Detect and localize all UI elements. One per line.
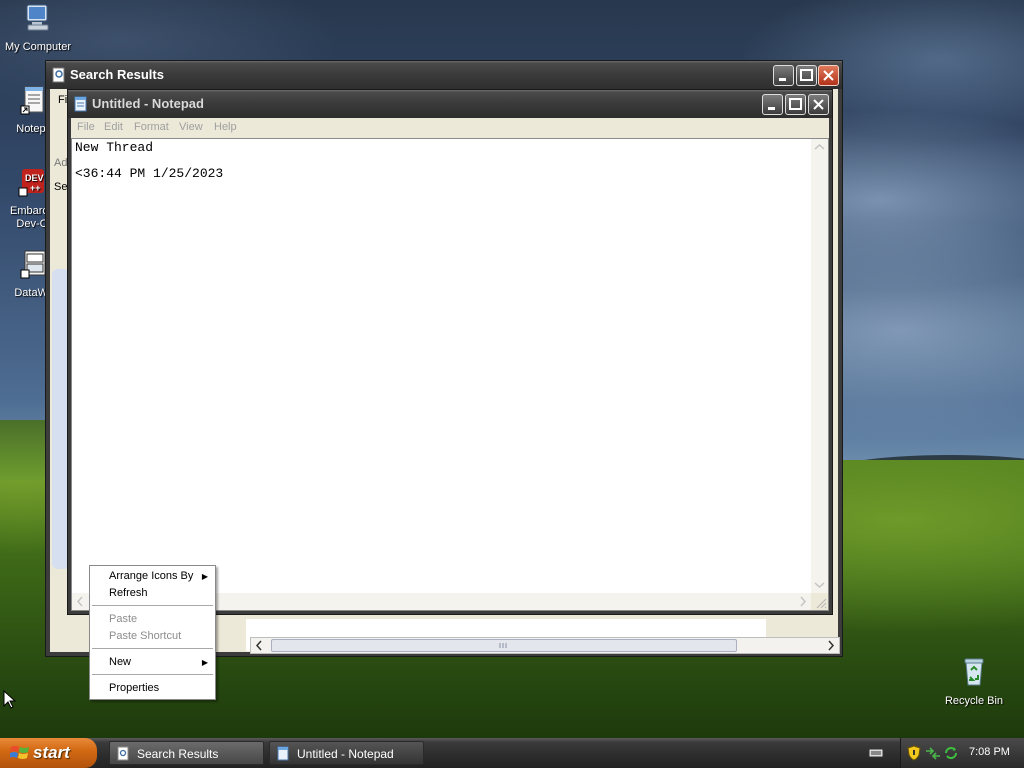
scroll-right-button[interactable] bbox=[822, 637, 839, 654]
chevron-right-icon bbox=[800, 596, 807, 607]
search-pane-partial: Se bbox=[54, 181, 68, 193]
notepad-text-area[interactable]: New Thread <36:44 PM 1/25/2023 bbox=[71, 138, 829, 611]
taskbar: start Search Results Untitled - Notepad bbox=[0, 738, 1024, 768]
keyboard-icon[interactable] bbox=[868, 747, 884, 759]
text-line: <36:44 PM 1/25/2023 bbox=[75, 166, 224, 181]
ctx-item-label: Paste Shortcut bbox=[109, 630, 182, 642]
mouse-cursor-icon bbox=[3, 690, 17, 709]
notepad-titlebar[interactable]: Untitled - Notepad bbox=[68, 90, 832, 118]
notepad-menubar: File Edit Format View Help bbox=[71, 118, 829, 138]
menu-separator bbox=[92, 674, 213, 675]
minimize-icon bbox=[768, 107, 775, 110]
menu-view[interactable]: View bbox=[179, 121, 203, 133]
notepad-title: Untitled - Notepad bbox=[92, 96, 204, 111]
scroll-up-button[interactable] bbox=[811, 139, 828, 156]
minimize-icon bbox=[779, 78, 786, 81]
notepad-icon bbox=[74, 96, 87, 112]
ctx-properties[interactable]: Properties bbox=[91, 680, 214, 697]
menu-format[interactable]: Format bbox=[134, 121, 169, 133]
taskbar-item-label: Untitled - Notepad bbox=[297, 747, 394, 761]
menu-file[interactable]: File bbox=[77, 121, 95, 133]
search-address-partial: Ad bbox=[54, 157, 68, 169]
scroll-right-button[interactable] bbox=[794, 593, 811, 610]
ctx-arrange-icons-by[interactable]: Arrange Icons By ▶ bbox=[91, 568, 214, 585]
text-line: New Thread bbox=[75, 140, 154, 155]
scroll-down-button[interactable] bbox=[811, 576, 828, 593]
search-results-titlebar[interactable]: Search Results bbox=[46, 61, 842, 89]
ctx-item-label: Refresh bbox=[109, 587, 148, 599]
maximize-icon bbox=[789, 98, 802, 110]
grip-icon bbox=[499, 643, 507, 648]
scroll-left-button[interactable] bbox=[251, 637, 268, 654]
taskbar-item-label: Search Results bbox=[137, 747, 219, 761]
maximize-button[interactable] bbox=[785, 94, 806, 115]
chevron-left-icon bbox=[76, 596, 83, 607]
system-tray: 7:08 PM bbox=[900, 738, 1024, 768]
notepad-window[interactable]: Untitled - Notepad File Edit Format View… bbox=[67, 89, 833, 615]
menu-help[interactable]: Help bbox=[214, 121, 237, 133]
sync-icon[interactable] bbox=[943, 745, 959, 761]
submenu-arrow-icon: ▶ bbox=[201, 658, 208, 667]
search-menubar-partial: Fi bbox=[58, 94, 68, 106]
chevron-left-icon bbox=[255, 640, 262, 651]
desktop-icon-recycle-bin[interactable]: Recycle Bin bbox=[934, 656, 1014, 708]
chevron-up-icon bbox=[814, 143, 825, 150]
taskbar-item-notepad[interactable]: Untitled - Notepad bbox=[269, 741, 424, 765]
ctx-new[interactable]: New ▶ bbox=[91, 654, 214, 671]
search-results-horizontal-scrollbar[interactable] bbox=[250, 637, 840, 654]
recycle-bin-icon bbox=[964, 658, 984, 686]
ctx-refresh[interactable]: Refresh bbox=[91, 585, 214, 602]
ctx-paste: Paste bbox=[91, 611, 214, 628]
search-results-title: Search Results bbox=[70, 67, 164, 82]
close-button[interactable] bbox=[818, 65, 839, 86]
close-icon bbox=[823, 70, 834, 81]
start-button[interactable]: start bbox=[0, 738, 97, 768]
desktop-context-menu: Arrange Icons By ▶ Refresh Paste Paste S… bbox=[89, 565, 216, 700]
search-results-icon bbox=[117, 746, 129, 761]
minimize-button[interactable] bbox=[773, 65, 794, 86]
maximize-button[interactable] bbox=[796, 65, 817, 86]
desktop-icon-my-computer[interactable]: My Computer bbox=[0, 2, 78, 54]
resize-grip-icon bbox=[816, 598, 827, 609]
chevron-down-icon bbox=[814, 582, 825, 589]
desktop[interactable]: My Computer Notepa DEV ++ Embarca Dev-C bbox=[0, 0, 1024, 738]
ctx-item-label: Paste bbox=[109, 613, 138, 625]
close-icon bbox=[813, 99, 824, 110]
computer-icon bbox=[26, 4, 49, 31]
devcpp-icon: DEV ++ bbox=[18, 169, 44, 197]
notepad-text: New Thread <36:44 PM 1/25/2023 bbox=[75, 141, 223, 180]
notepad-icon bbox=[277, 746, 289, 761]
desktop-icon-label: Recycle Bin bbox=[944, 695, 1004, 707]
ctx-item-label: Properties bbox=[109, 682, 160, 694]
resize-grip[interactable] bbox=[811, 593, 828, 610]
ctx-item-label: Arrange Icons By bbox=[109, 570, 194, 582]
start-label: start bbox=[33, 743, 70, 762]
scroll-left-button[interactable] bbox=[72, 593, 89, 610]
notepad-vertical-scrollbar[interactable] bbox=[811, 139, 828, 593]
windows-logo-icon bbox=[10, 746, 29, 759]
menu-edit[interactable]: Edit bbox=[104, 121, 123, 133]
ctx-item-label: New bbox=[109, 656, 132, 668]
scrollbar-thumb[interactable] bbox=[271, 639, 737, 652]
security-shield-icon[interactable] bbox=[907, 745, 921, 761]
menu-separator bbox=[92, 648, 213, 649]
clock[interactable]: 7:08 PM bbox=[969, 746, 1010, 758]
desktop-icon-label: My Computer bbox=[4, 41, 72, 53]
network-icon[interactable] bbox=[925, 746, 941, 760]
menu-separator bbox=[92, 605, 213, 606]
search-results-icon bbox=[52, 67, 65, 83]
submenu-arrow-icon: ▶ bbox=[201, 572, 208, 581]
ctx-paste-shortcut: Paste Shortcut bbox=[91, 628, 214, 645]
maximize-icon bbox=[800, 69, 813, 81]
chevron-right-icon bbox=[828, 640, 835, 651]
minimize-button[interactable] bbox=[762, 94, 783, 115]
svg-text:DEV: DEV bbox=[25, 173, 44, 183]
close-button[interactable] bbox=[808, 94, 829, 115]
svg-text:++: ++ bbox=[30, 183, 41, 193]
taskbar-item-search-results[interactable]: Search Results bbox=[109, 741, 264, 765]
